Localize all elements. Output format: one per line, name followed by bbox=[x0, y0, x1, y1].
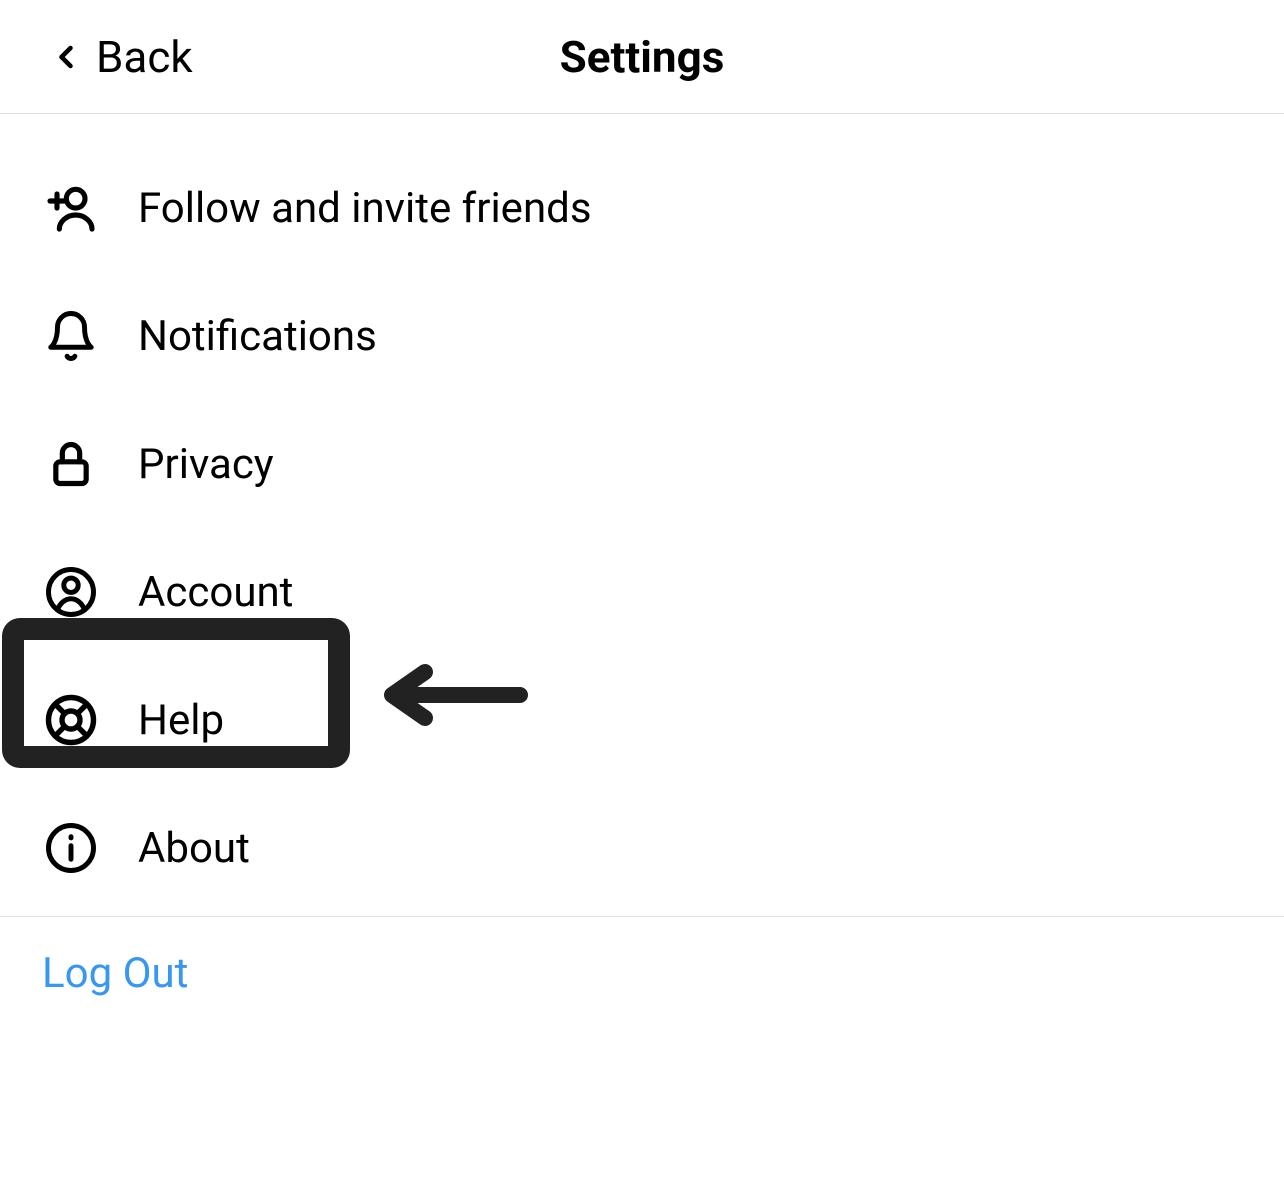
back-label: Back bbox=[96, 31, 193, 83]
settings-item-label: Help bbox=[138, 696, 224, 745]
person-add-icon bbox=[42, 179, 100, 237]
chevron-left-icon bbox=[48, 39, 84, 75]
settings-item-label: Notifications bbox=[138, 312, 377, 361]
settings-list: Follow and invite friends Notifications … bbox=[0, 114, 1284, 912]
logout-button[interactable]: Log Out bbox=[42, 949, 188, 998]
header: Back Settings bbox=[0, 0, 1284, 114]
settings-item-privacy[interactable]: Privacy bbox=[0, 400, 1284, 528]
settings-item-label: Privacy bbox=[138, 440, 274, 489]
settings-item-label: About bbox=[138, 824, 250, 873]
settings-item-follow-invite[interactable]: Follow and invite friends bbox=[0, 144, 1284, 272]
bell-icon bbox=[42, 307, 100, 365]
settings-item-account[interactable]: Account bbox=[0, 528, 1284, 656]
back-button[interactable]: Back bbox=[0, 31, 193, 83]
logout-section: Log Out bbox=[0, 917, 1284, 1030]
settings-item-notifications[interactable]: Notifications bbox=[0, 272, 1284, 400]
account-icon bbox=[42, 563, 100, 621]
settings-item-label: Account bbox=[138, 568, 293, 617]
settings-item-help[interactable]: Help bbox=[0, 656, 1284, 784]
info-icon bbox=[42, 819, 100, 877]
settings-item-label: Follow and invite friends bbox=[138, 184, 592, 233]
page-title: Settings bbox=[560, 31, 725, 83]
lock-icon bbox=[42, 435, 100, 493]
help-icon bbox=[42, 691, 100, 749]
settings-item-about[interactable]: About bbox=[0, 784, 1284, 912]
